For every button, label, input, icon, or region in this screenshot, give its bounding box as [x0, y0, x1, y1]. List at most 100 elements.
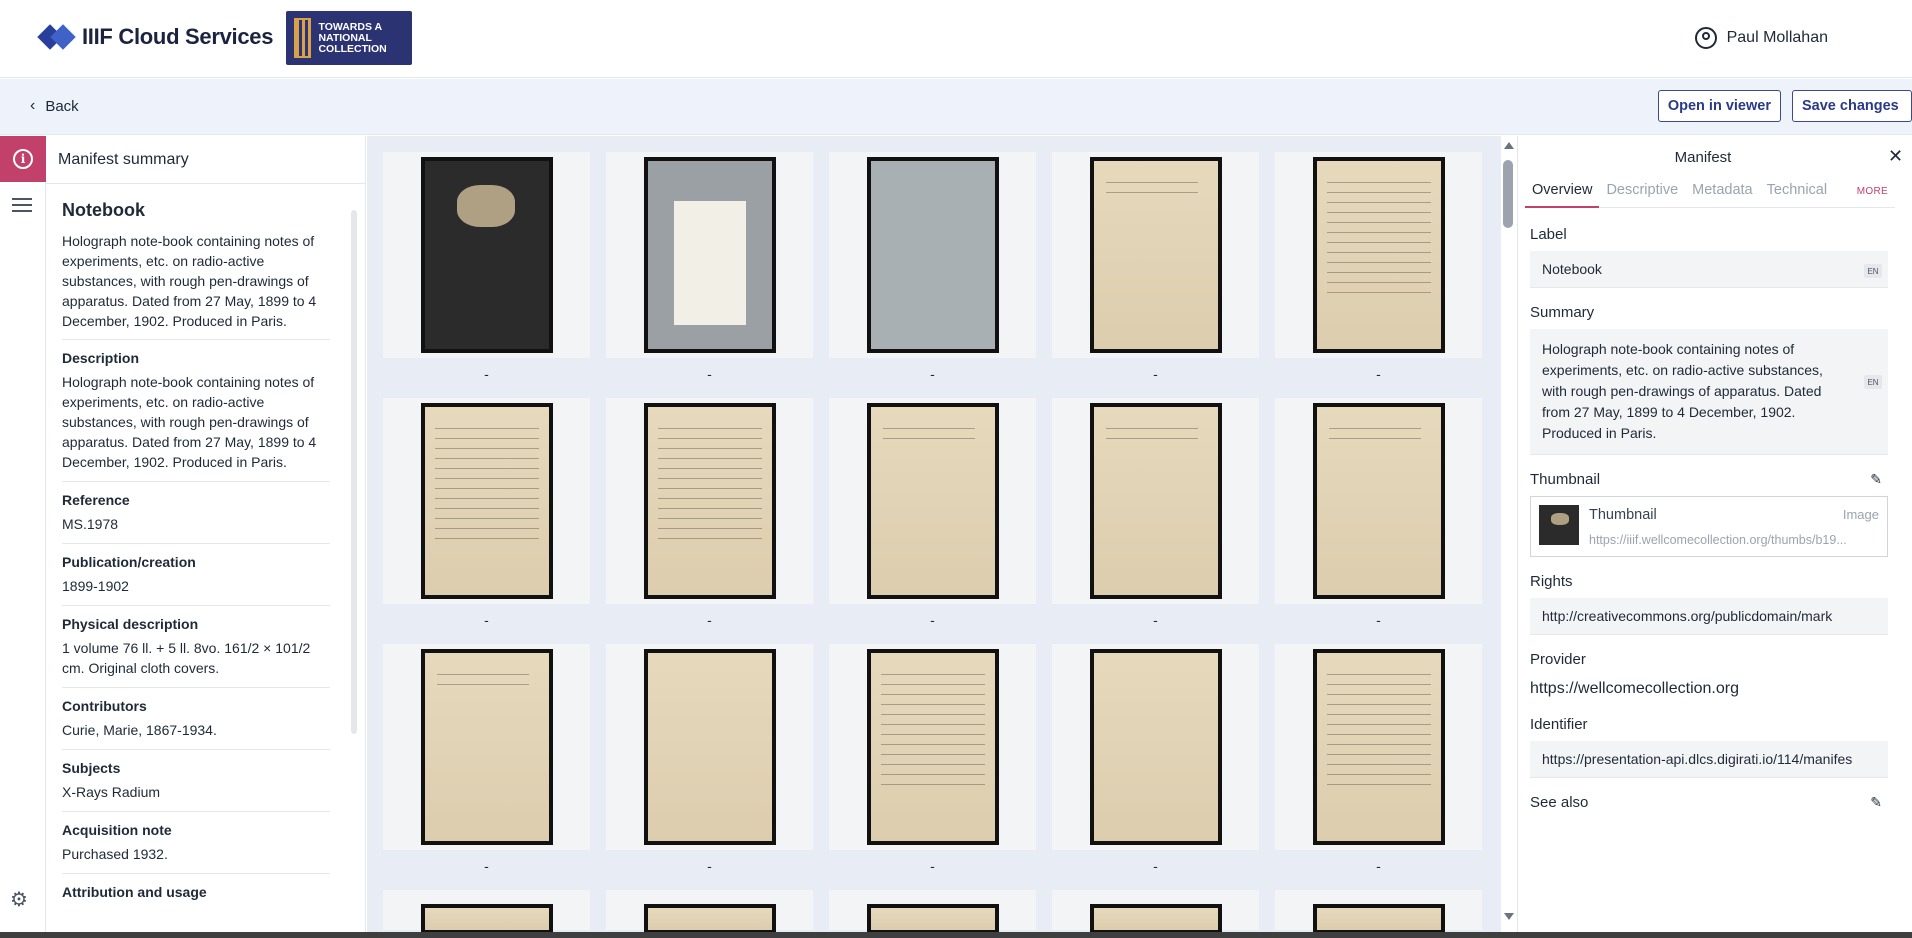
thumbnail-card[interactable]: Thumbnail https://iiif.wellcomecollectio…: [1530, 496, 1888, 557]
canvas-image: [870, 653, 995, 841]
tab-metadata[interactable]: Metadata: [1685, 180, 1759, 208]
open-in-viewer-button[interactable]: Open in viewer: [1657, 90, 1781, 122]
edit-pencil-icon[interactable]: ✎: [1870, 794, 1882, 811]
field-value: 1899-1902: [62, 578, 129, 594]
canvas-image: [647, 908, 772, 930]
canvas-thumbnail[interactable]: -: [1275, 152, 1482, 390]
canvas-label: -: [1376, 612, 1381, 628]
rail-info-button[interactable]: i: [0, 136, 46, 182]
rights-heading: Rights: [1530, 573, 1573, 590]
canvas-thumbnail[interactable]: -: [1275, 398, 1482, 636]
field-value: Curie, Marie, 1867-1934.: [62, 722, 217, 738]
canvas-thumbnail[interactable]: -: [1275, 644, 1482, 882]
canvas-image: [1093, 407, 1218, 595]
canvas-thumbnail[interactable]: -: [383, 644, 590, 882]
brand-name: IIIF Cloud Services: [82, 24, 274, 49]
language-badge[interactable]: EN: [1864, 375, 1882, 389]
canvas-image: [647, 407, 772, 595]
canvas-grid: - - - - - - - - - - - - - - -: [383, 152, 1482, 932]
scroll-down-icon[interactable]: [1504, 913, 1514, 920]
canvas-image: [1093, 653, 1218, 841]
canvas-thumbnail[interactable]: [1275, 890, 1482, 932]
list-icon[interactable]: [12, 198, 32, 212]
tab-technical[interactable]: Technical: [1760, 180, 1834, 208]
canvas-thumbnail[interactable]: -: [383, 152, 590, 390]
canvas-thumbnail[interactable]: -: [1052, 398, 1259, 636]
brand-mark-icon: [37, 24, 76, 50]
summary-input[interactable]: Holograph note-book containing notes of …: [1530, 329, 1888, 455]
identifier-heading: Identifier: [1530, 716, 1588, 733]
canvas-thumbnail[interactable]: [829, 890, 1036, 932]
tab-descriptive[interactable]: Descriptive: [1599, 180, 1685, 208]
back-button[interactable]: ‹ Back: [30, 97, 79, 115]
canvas-thumbnail[interactable]: [1052, 890, 1259, 932]
summary-panel-header: Manifest summary: [46, 136, 365, 184]
label-input[interactable]: Notebook EN: [1530, 251, 1888, 288]
field-value: 1 volume 76 ll. + 5 ll. 8vo. 161/2 × 101…: [62, 640, 311, 676]
field-label: Description: [62, 350, 140, 366]
partner-logo: TOWARDS A NATIONAL COLLECTION: [286, 11, 412, 65]
close-icon[interactable]: ✕: [1888, 146, 1903, 167]
canvas-image: [424, 653, 549, 841]
identifier-input[interactable]: https://presentation-api.dlcs.digirati.i…: [1530, 741, 1888, 778]
summary-scrollbar[interactable]: [351, 192, 359, 912]
tab-more[interactable]: MORE: [1850, 180, 1895, 208]
canvas-thumbnail[interactable]: -: [606, 644, 813, 882]
summary-heading: Summary: [1530, 304, 1595, 321]
manifest-tabs: Overview Descriptive Metadata Technical …: [1525, 180, 1895, 208]
canvas-image: [1316, 161, 1441, 349]
label-heading: Label: [1530, 226, 1567, 243]
canvas-thumbnail[interactable]: [383, 890, 590, 932]
canvas-grid-scrollbar[interactable]: [1501, 136, 1515, 932]
canvas-thumbnail[interactable]: -: [1052, 152, 1259, 390]
scroll-thumb[interactable]: [1503, 160, 1513, 228]
canvas-image: [1093, 908, 1218, 930]
user-avatar-icon: [1694, 27, 1717, 49]
canvas-image: [870, 161, 995, 349]
back-label: Back: [45, 97, 79, 115]
thumbnail-title: Thumbnail: [1589, 507, 1657, 523]
left-icon-rail: i ⚙: [0, 136, 46, 932]
partner-logo-text: TOWARDS A NATIONAL COLLECTION: [318, 20, 387, 55]
canvas-label: -: [707, 366, 712, 382]
canvas-label: -: [1153, 858, 1158, 874]
canvas-thumbnail[interactable]: -: [829, 398, 1036, 636]
canvas-label: -: [484, 366, 489, 382]
canvas-label: -: [484, 612, 489, 628]
canvas-thumbnail[interactable]: -: [1052, 644, 1259, 882]
canvas-thumbnail[interactable]: -: [383, 398, 590, 636]
provider-link[interactable]: https://wellcomecollection.org: [1530, 676, 1888, 708]
user-menu[interactable]: Paul Mollahan: [1694, 27, 1828, 49]
label-value: Notebook: [1542, 261, 1602, 277]
field-label: Publication/creation: [62, 554, 196, 570]
tab-overview[interactable]: Overview: [1525, 180, 1600, 208]
scroll-up-icon[interactable]: [1504, 142, 1514, 149]
save-changes-button[interactable]: Save changes: [1792, 90, 1912, 122]
canvas-thumbnail[interactable]: -: [829, 644, 1036, 882]
app-header: IIIF Cloud Services TOWARDS A NATIONAL C…: [0, 0, 1912, 78]
thumbnail-image: [1539, 505, 1579, 545]
edit-pencil-icon[interactable]: ✎: [1870, 471, 1882, 488]
field-value: Purchased 1932.: [62, 846, 168, 862]
chevron-left-icon: ‹: [30, 97, 36, 114]
canvas-label: -: [484, 858, 489, 874]
canvas-thumbnail[interactable]: -: [829, 152, 1036, 390]
canvas-label: -: [707, 612, 712, 628]
canvas-thumbnail[interactable]: [606, 890, 813, 932]
canvas-label: -: [1376, 858, 1381, 874]
partner-logo-icon: [294, 18, 312, 58]
canvas-thumbnail[interactable]: -: [606, 398, 813, 636]
brand-logo[interactable]: IIIF Cloud Services: [37, 24, 274, 50]
manifest-panel-title: Manifest: [1674, 149, 1732, 166]
canvas-thumbnail[interactable]: -: [606, 152, 813, 390]
bottom-edge-bar: [0, 932, 1912, 938]
canvas-image: [1093, 161, 1218, 349]
field-value: MS.1978: [62, 516, 119, 532]
language-badge[interactable]: EN: [1864, 264, 1882, 278]
rights-input[interactable]: http://creativecommons.org/publicdomain/…: [1530, 598, 1888, 635]
manifest-summary-panel: Manifest summary Notebook Holograph note…: [46, 136, 366, 932]
field-label: Reference: [62, 492, 130, 508]
settings-gear-icon[interactable]: ⚙: [10, 887, 28, 912]
canvas-label: -: [930, 858, 935, 874]
field-value: Holograph note-book containing notes of …: [62, 374, 317, 470]
